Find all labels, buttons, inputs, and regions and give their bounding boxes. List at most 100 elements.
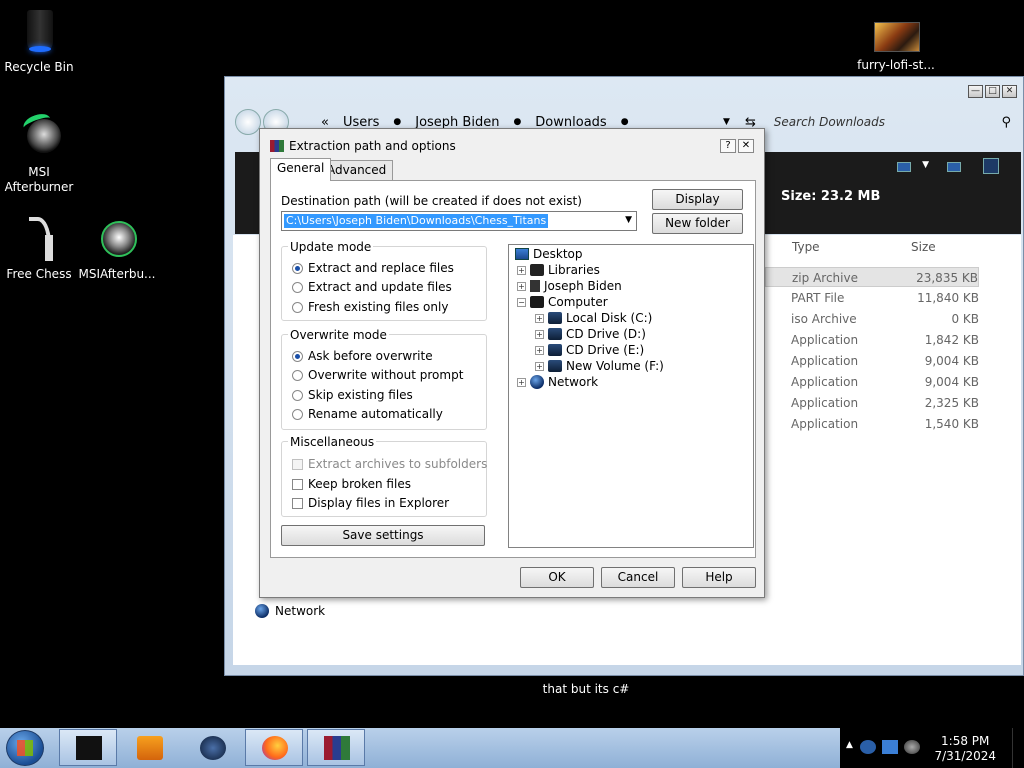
ok-button[interactable]: OK — [520, 567, 594, 588]
view-icon[interactable] — [897, 162, 911, 172]
taskbar-item-media-player[interactable] — [120, 729, 178, 766]
radio-icon[interactable] — [292, 262, 303, 274]
tree-item-local-disk-c[interactable]: + Local Disk (C:) — [535, 311, 652, 325]
taskbar-item-winrar[interactable] — [307, 729, 365, 766]
desktop-icon-label: Free Chess — [6, 267, 72, 281]
checkbox-display-in-explorer[interactable]: Display files in Explorer — [292, 496, 449, 510]
radio-icon[interactable] — [292, 301, 303, 313]
breadcrumb-separator-icon[interactable]: ● — [621, 117, 629, 127]
clock[interactable]: 1:58 PM 7/31/2024 — [934, 734, 996, 764]
radio-rename-automatically[interactable]: Rename automatically — [292, 407, 443, 421]
network-tray-icon[interactable] — [882, 740, 898, 754]
radio-fresh-existing[interactable]: Fresh existing files only — [292, 300, 448, 314]
desktop-icon-recycle-bin[interactable]: Recycle Bin — [0, 8, 79, 75]
collapse-icon[interactable]: − — [517, 297, 526, 307]
destination-path-combobox[interactable]: C:\Users\Joseph Biden\Downloads\Chess_Ti… — [281, 211, 637, 231]
save-settings-button[interactable]: Save settings — [281, 525, 485, 546]
chevron-down-icon[interactable]: ▼ — [922, 160, 929, 170]
radio-overwrite-without-prompt[interactable]: Overwrite without prompt — [292, 368, 463, 382]
tree-item-label: CD Drive (D:) — [566, 327, 646, 341]
file-row[interactable]: Application 1,842 KB — [765, 330, 979, 350]
taskbar-item-recycle-bin[interactable] — [59, 729, 117, 766]
search-input[interactable]: Search Downloads — [774, 115, 885, 129]
radio-extract-replace[interactable]: Extract and replace files — [292, 261, 454, 275]
sidebar-item-network[interactable]: Network — [255, 604, 325, 618]
tab-general[interactable]: General — [270, 158, 332, 181]
checkbox-icon[interactable] — [292, 478, 303, 490]
expand-icon[interactable]: + — [517, 281, 526, 291]
group-title: Overwrite mode — [288, 328, 389, 342]
file-type: Application — [791, 354, 859, 368]
tree-item-joseph-biden[interactable]: + Joseph Biden — [517, 279, 622, 293]
radio-ask-before-overwrite[interactable]: Ask before overwrite — [292, 349, 433, 363]
expand-icon[interactable]: + — [535, 361, 544, 371]
taskbar-item-firefox[interactable] — [245, 729, 303, 766]
tree-item-new-volume-f[interactable]: + New Volume (F:) — [535, 359, 664, 373]
file-row[interactable]: PART File 11,840 KB — [765, 288, 979, 308]
hard-disk-icon — [548, 312, 562, 324]
desktop-icon-msi-afterburner[interactable]: MSI Afterburner — [0, 110, 79, 195]
radio-icon[interactable] — [292, 389, 303, 401]
minimize-icon[interactable]: — — [968, 85, 983, 98]
tray-app-icon[interactable] — [860, 740, 876, 754]
radio-extract-update[interactable]: Extract and update files — [292, 280, 452, 294]
checkbox-icon[interactable] — [292, 497, 303, 509]
back-button[interactable] — [235, 109, 261, 135]
radio-icon[interactable] — [292, 408, 303, 420]
preview-pane-icon[interactable] — [947, 162, 961, 172]
file-row[interactable]: zip Archive 23,835 KB — [765, 267, 979, 287]
maximize-icon[interactable]: □ — [985, 85, 1000, 98]
checkbox-keep-broken[interactable]: Keep broken files — [292, 477, 411, 491]
tree-item-network[interactable]: + Network — [517, 375, 598, 389]
new-folder-button[interactable]: New folder — [652, 213, 743, 234]
column-header-size[interactable]: Size — [911, 240, 936, 254]
tree-item-libraries[interactable]: + Libraries — [517, 263, 600, 277]
show-desktop-button[interactable] — [1012, 728, 1024, 768]
file-row[interactable]: Application 9,004 KB — [765, 351, 979, 371]
breadcrumb-separator-icon[interactable]: ● — [513, 117, 521, 127]
file-row[interactable]: Application 2,325 KB — [765, 393, 979, 413]
expand-icon[interactable]: + — [517, 377, 526, 387]
chevron-up-icon[interactable]: ▲ — [846, 740, 854, 754]
chevron-down-icon[interactable]: ▼ — [625, 215, 632, 225]
start-button[interactable] — [6, 730, 44, 766]
help-icon[interactable]: ? — [720, 139, 736, 153]
tree-item-cd-drive-d[interactable]: + CD Drive (D:) — [535, 327, 646, 341]
expand-icon[interactable]: + — [535, 313, 544, 323]
expand-icon[interactable]: + — [535, 345, 544, 355]
folder-tree[interactable]: Desktop + Libraries + Joseph Biden − Comput… — [508, 244, 754, 548]
radio-icon[interactable] — [292, 350, 303, 362]
cube-app-icon — [76, 736, 102, 760]
file-row[interactable]: Application 9,004 KB — [765, 372, 979, 392]
tree-item-cd-drive-e[interactable]: + CD Drive (E:) — [535, 343, 644, 357]
tree-item-computer[interactable]: − Computer — [517, 295, 608, 309]
radio-skip-existing[interactable]: Skip existing files — [292, 388, 413, 402]
desktop-folder-icon — [515, 248, 529, 260]
column-header-type[interactable]: Type — [792, 240, 820, 254]
volume-icon[interactable] — [904, 740, 920, 754]
taskbar: ▲ 1:58 PM 7/31/2024 — [0, 728, 1024, 768]
file-type: Application — [791, 417, 859, 431]
radio-icon[interactable] — [292, 281, 303, 293]
cancel-button[interactable]: Cancel — [601, 567, 675, 588]
help-icon[interactable] — [983, 158, 999, 174]
expand-icon[interactable]: + — [535, 329, 544, 339]
breadcrumb-separator-icon[interactable]: ● — [393, 117, 401, 127]
taskbar-item-app[interactable] — [183, 729, 241, 766]
address-dropdown-icon[interactable]: ▼ — [723, 117, 730, 127]
desktop-icon-msi-afterburner-shortcut[interactable]: MSIAfterbu... — [77, 215, 157, 282]
tree-item-desktop[interactable]: Desktop — [515, 247, 583, 261]
selection-size: Size: 23.2 MB — [781, 189, 881, 204]
radio-icon[interactable] — [292, 369, 303, 381]
file-row[interactable]: Application 1,540 KB — [765, 414, 979, 434]
desktop-icon-free-chess[interactable]: Free Chess — [0, 215, 79, 282]
search-icon[interactable]: ⚲ — [1001, 115, 1011, 130]
display-button[interactable]: Display — [652, 189, 743, 210]
close-icon[interactable]: ✕ — [1002, 85, 1017, 98]
desktop-icon-furry-lofi[interactable]: furry-lofi-st... — [856, 22, 936, 73]
help-button[interactable]: Help — [682, 567, 756, 588]
tree-item-label: Local Disk (C:) — [566, 311, 653, 325]
file-row[interactable]: iso Archive 0 KB — [765, 309, 979, 329]
close-icon[interactable]: ✕ — [738, 139, 754, 153]
expand-icon[interactable]: + — [517, 265, 526, 275]
